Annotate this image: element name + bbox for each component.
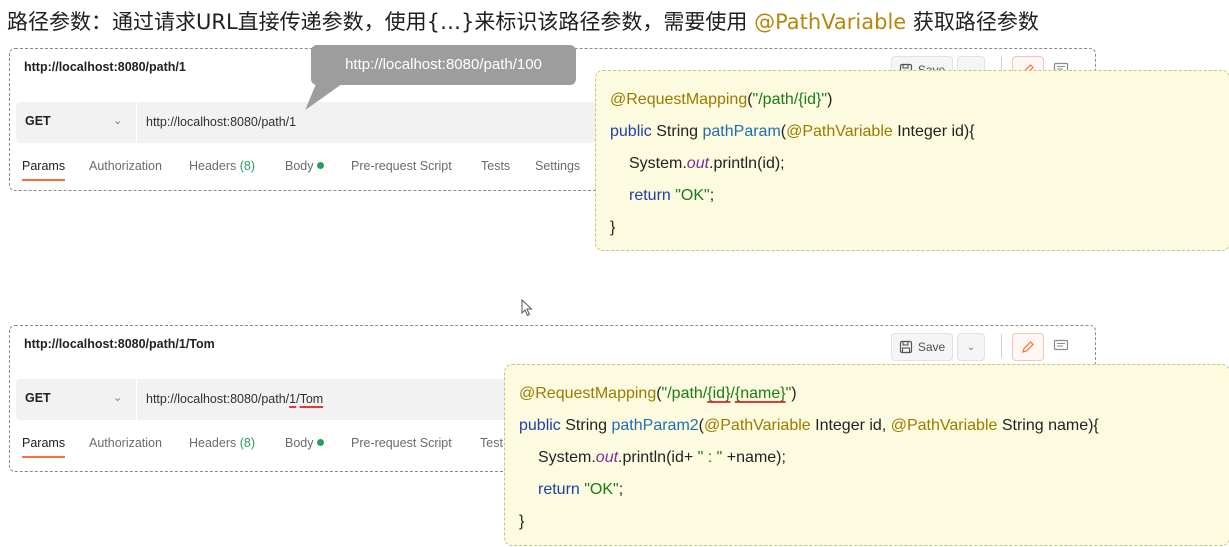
code-line: System.out.println(id); <box>629 155 785 173</box>
code-annotation: @RequestMapping <box>519 385 657 402</box>
url-input[interactable]: http://localhost:8080/path/1 <box>146 115 296 129</box>
tab-headers-label: Headers <box>189 159 237 173</box>
code-text: String name){ <box>997 417 1099 434</box>
code-keyword: return <box>629 187 671 204</box>
code-line: return "OK"; <box>538 481 623 499</box>
tab-body[interactable]: Body <box>285 159 324 173</box>
url-divider <box>136 102 137 143</box>
tab-tests[interactable]: Tests <box>481 159 510 173</box>
comment-button[interactable] <box>1047 333 1075 359</box>
code-text: System. <box>538 449 596 466</box>
code-text: System. <box>629 155 687 172</box>
code-punct: ; <box>618 481 624 498</box>
code-text: String <box>651 123 703 140</box>
code-line: } <box>519 513 525 530</box>
chevron-down-icon[interactable]: ⌄ <box>113 114 122 127</box>
tab-authorization[interactable]: Authorization <box>89 159 162 173</box>
method-select[interactable]: GET <box>25 114 51 128</box>
code-text: Integer id, <box>810 417 891 434</box>
code-annotation: @PathVariable <box>704 417 811 434</box>
code-annotation: @PathVariable <box>890 417 998 434</box>
comment-icon <box>1053 339 1069 351</box>
code-keyword: public <box>519 417 561 434</box>
code-punct: ) <box>827 91 833 108</box>
code-string: "OK" <box>670 187 710 204</box>
code-string: " : " <box>693 449 727 466</box>
body-status-dot-icon <box>316 439 324 446</box>
chevron-down-icon[interactable]: ⌄ <box>113 391 122 404</box>
code-string: "/path/{id}" <box>752 91 828 108</box>
tab-params[interactable]: Params <box>22 436 66 458</box>
request-title[interactable]: http://localhost:8080/path/1 <box>24 60 186 74</box>
code-line: public String pathParam2(@PathVariable I… <box>519 417 1099 435</box>
heading-suffix: 获取路径参数 <box>906 10 1039 34</box>
method-select[interactable]: GET <box>25 391 51 405</box>
tab-body[interactable]: Body <box>285 436 324 450</box>
code-line: @RequestMapping("/path/{id}/{name}") <box>519 385 797 403</box>
code-punct: ) <box>791 385 797 402</box>
code-field: out <box>686 155 710 172</box>
code-line: System.out.println(id+ " : " +name); <box>538 449 786 467</box>
tab-headers[interactable]: Headers (8) <box>189 436 255 450</box>
code-function: pathParam2 <box>611 417 699 434</box>
code-text: Integer id){ <box>892 123 975 140</box>
request-title[interactable]: http://localhost:8080/path/1/Tom <box>24 337 215 351</box>
tab-headers-label: Headers <box>189 436 237 450</box>
tab-headers[interactable]: Headers (8) <box>189 159 255 173</box>
page-heading: 路径参数：通过请求URL直接传递参数，使用{…}来标识该路径参数，需要使用 @P… <box>7 5 1222 39</box>
code-text: .println(id+ <box>618 449 694 466</box>
heading-highlight: @PathVariable <box>754 10 907 34</box>
code-text: .println(id); <box>709 155 785 172</box>
code-line: public String pathParam(@PathVariable In… <box>610 123 975 141</box>
code-text: String <box>560 417 612 434</box>
edit-button[interactable] <box>1012 333 1044 361</box>
tab-tests[interactable]: Test <box>480 436 503 450</box>
save-dropdown-button[interactable]: ⌄ <box>957 333 985 361</box>
code-line: return "OK"; <box>629 187 714 205</box>
url-divider <box>136 379 137 420</box>
mouse-cursor-icon <box>521 299 533 317</box>
code-line: } <box>610 219 616 236</box>
heading-prefix: 路径参数：通过请求URL直接传递参数，使用{…}来标识该路径参数，需要使用 <box>7 10 755 34</box>
url-tooltip: http://localhost:8080/path/100 <box>311 45 576 85</box>
code-snippet-1: @RequestMapping("/path/{id}") public Str… <box>595 70 1229 251</box>
code-annotation: @RequestMapping <box>610 91 748 108</box>
tab-pre-request-script[interactable]: Pre-request Script <box>351 159 452 173</box>
tab-settings[interactable]: Settings <box>535 159 580 173</box>
save-button[interactable]: Save <box>891 333 953 361</box>
code-string: "OK" <box>579 481 619 498</box>
tab-authorization[interactable]: Authorization <box>89 436 162 450</box>
save-icon <box>899 340 912 354</box>
save-label: Save <box>917 340 946 354</box>
chevron-down-icon: ⌄ <box>966 341 976 353</box>
code-keyword: public <box>610 123 652 140</box>
code-snippet-2: @RequestMapping("/path/{id}/{name}") pub… <box>504 364 1229 546</box>
code-path-segment-id: {id} <box>707 385 731 402</box>
headers-count: (8) <box>239 436 256 450</box>
code-punct: ; <box>709 187 715 204</box>
code-keyword: return <box>538 481 580 498</box>
url-prefix: http://localhost:8080/path/ <box>146 392 290 406</box>
url-input[interactable]: http://localhost:8080/path/1/Tom <box>146 392 323 406</box>
toolbar-divider <box>1001 334 1002 358</box>
code-function: pathParam <box>702 123 781 140</box>
headers-count: (8) <box>239 159 256 173</box>
url-segment-name: Tom <box>299 392 324 406</box>
code-path-segment-name: {name} <box>734 385 786 402</box>
code-line: @RequestMapping("/path/{id}") <box>610 91 832 109</box>
code-field: out <box>595 449 619 466</box>
pencil-icon <box>1022 341 1034 353</box>
body-status-dot-icon <box>316 162 324 169</box>
tab-body-label: Body <box>285 159 314 173</box>
code-string: "/path/ <box>661 385 708 402</box>
tab-body-label: Body <box>285 436 314 450</box>
code-annotation: @PathVariable <box>786 123 893 140</box>
tab-params[interactable]: Params <box>22 159 66 181</box>
tab-pre-request-script[interactable]: Pre-request Script <box>351 436 452 450</box>
code-text: +name); <box>726 449 786 466</box>
